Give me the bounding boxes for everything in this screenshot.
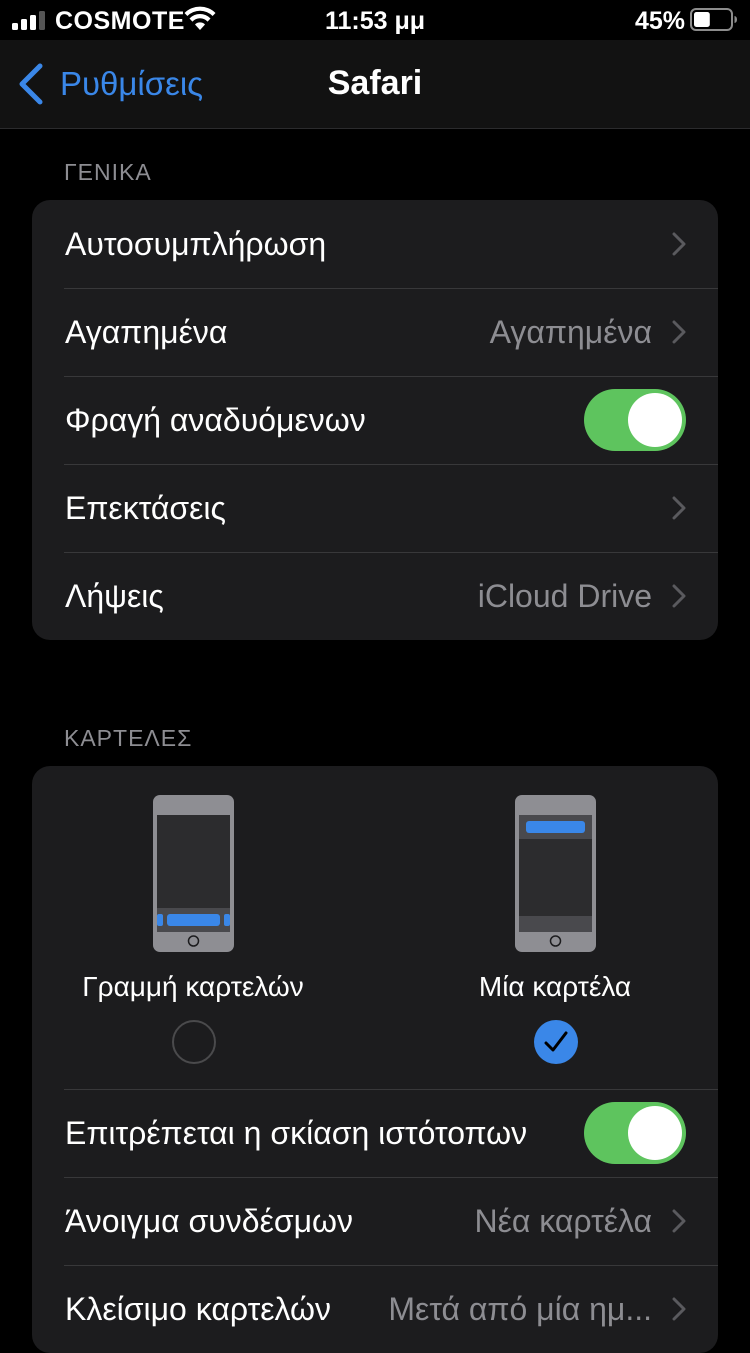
page-title: Safari xyxy=(327,64,423,102)
battery-icon xyxy=(690,8,737,31)
section-header-general: ΓΕΝΙΚΑ xyxy=(64,159,152,185)
row-value: Μετά από μία ημ... xyxy=(388,1290,652,1327)
tabs-settings-group: Γραμμή καρτελών Μία καρτέλα Επιτρέπεται … xyxy=(32,766,718,1353)
row-label: Φραγή αναδυόμενων xyxy=(65,401,366,438)
chevron-right-icon xyxy=(672,1297,686,1321)
row-favorites[interactable]: Αγαπημένα Αγαπημένα xyxy=(32,288,718,376)
toggle-knob xyxy=(628,1106,682,1160)
navigation-bar: Ρυθμίσεις Safari xyxy=(0,40,750,129)
row-value: Αγαπημένα xyxy=(489,313,652,350)
battery-percentage: 45% xyxy=(634,7,685,35)
row-value: iCloud Drive xyxy=(477,577,652,614)
tab-layout-chooser: Γραμμή καρτελών Μία καρτέλα xyxy=(32,766,718,1089)
radio-unselected-icon[interactable] xyxy=(172,1020,216,1064)
chevron-right-icon xyxy=(672,584,686,608)
row-autofill[interactable]: Αυτοσυμπλήρωση xyxy=(32,200,718,288)
row-label: Αγαπημένα xyxy=(65,313,228,350)
phone-tab-bar-illustration-icon xyxy=(153,795,234,952)
chevron-right-icon xyxy=(672,496,686,520)
phone-single-tab-illustration-icon xyxy=(515,795,596,952)
toggle-knob xyxy=(628,393,682,447)
checkmark-icon xyxy=(544,1031,568,1052)
row-label: Επεκτάσεις xyxy=(65,489,226,526)
row-label: Λήψεις xyxy=(65,577,164,614)
row-close-tabs[interactable]: Κλείσιμο καρτελών Μετά από μία ημ... xyxy=(32,1265,718,1353)
general-settings-group: Αυτοσυμπλήρωση Αγαπημένα Αγαπημένα Φραγή… xyxy=(32,200,718,640)
row-downloads[interactable]: Λήψεις iCloud Drive xyxy=(32,552,718,640)
chevron-right-icon xyxy=(672,1209,686,1233)
tab-layout-label: Μία καρτέλα xyxy=(478,971,632,1002)
website-tinting-toggle[interactable] xyxy=(584,1102,686,1164)
tab-layout-option-tab-bar[interactable]: Γραμμή καρτελών xyxy=(43,766,343,1089)
row-extensions[interactable]: Επεκτάσεις xyxy=(32,464,718,552)
row-open-links[interactable]: Άνοιγμα συνδέσμων Νέα καρτέλα xyxy=(32,1177,718,1265)
block-popups-toggle[interactable] xyxy=(584,389,686,451)
row-label: Αυτοσυμπλήρωση xyxy=(65,225,327,262)
chevron-right-icon xyxy=(672,232,686,256)
row-label: Κλείσιμο καρτελών xyxy=(65,1290,331,1327)
tab-layout-label: Γραμμή καρτελών xyxy=(82,971,304,1002)
row-label: Άνοιγμα συνδέσμων xyxy=(65,1202,354,1239)
status-bar: COSMOTE 11:53 μμ 45% xyxy=(0,0,750,40)
chevron-right-icon xyxy=(672,320,686,344)
row-label: Επιτρέπεται η σκίαση ιστότοπων xyxy=(65,1114,528,1151)
tab-layout-option-single-tab[interactable]: Μία καρτέλα xyxy=(405,766,705,1089)
section-header-tabs: ΚΑΡΤΕΛΕΣ xyxy=(64,725,193,751)
row-block-popups: Φραγή αναδυόμενων xyxy=(32,376,718,464)
row-value: Νέα καρτέλα xyxy=(474,1202,652,1239)
row-website-tinting: Επιτρέπεται η σκίαση ιστότοπων xyxy=(32,1089,718,1177)
radio-selected-icon[interactable] xyxy=(534,1020,578,1064)
